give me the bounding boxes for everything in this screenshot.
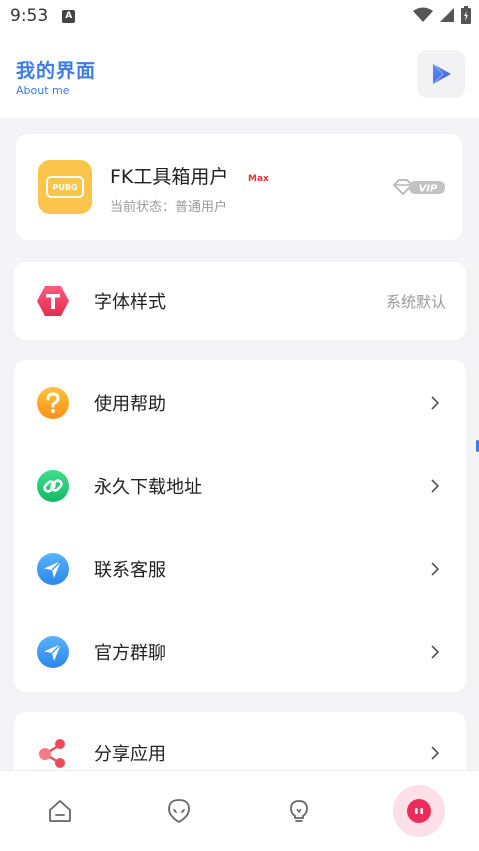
menu-item-label: 分享应用 — [94, 744, 166, 765]
font-style-card[interactable]: 字体样式 系统默认 — [14, 262, 466, 340]
share-icon — [36, 736, 70, 770]
chevron-right-icon — [428, 477, 442, 495]
wifi-icon — [413, 7, 433, 22]
vip-diamond-icon: VIP — [392, 179, 445, 196]
vip-label: VIP — [419, 184, 438, 195]
max-badge: Max — [248, 174, 269, 184]
play-button[interactable] — [417, 50, 465, 98]
menu-card: 使用帮助 永久下载地址 联系客服 官方群聊 — [14, 360, 466, 692]
user-status: 当前状态：普通用户 — [110, 200, 228, 215]
menu-item-label: 官方群聊 — [94, 643, 166, 664]
page-header: 我的界面 About me — [0, 32, 479, 118]
page-subtitle: About me — [16, 84, 70, 97]
nav-ideas[interactable] — [273, 785, 325, 837]
help-icon — [36, 386, 70, 420]
font-style-label: 字体样式 — [94, 292, 166, 313]
nav-profile[interactable] — [393, 785, 445, 837]
font-style-row[interactable]: 字体样式 系统默认 — [14, 262, 466, 340]
menu-item-label: 联系客服 — [94, 560, 166, 581]
alien-icon — [168, 799, 190, 824]
profile-icon — [407, 799, 431, 823]
chevron-right-icon — [428, 744, 442, 762]
chevron-right-icon — [428, 560, 442, 578]
user-name: FK工具箱用户 — [110, 166, 229, 188]
user-card[interactable]: PUBG FK工具箱用户 Max 当前状态：普通用户 VIP — [16, 134, 462, 240]
vip-badge: VIP — [392, 178, 446, 200]
font-style-value: 系统默认 — [385, 292, 446, 311]
send-icon — [36, 552, 70, 586]
signal-icon — [440, 8, 454, 22]
nav-home[interactable] — [34, 785, 86, 837]
menu-item-label: 使用帮助 — [94, 394, 166, 415]
battery-icon — [461, 6, 471, 24]
status-indicators — [413, 6, 471, 24]
status-bar: 9:53 A — [0, 0, 479, 32]
page-title: 我的界面 — [16, 60, 97, 82]
bottom-nav — [0, 770, 479, 851]
chevron-right-icon — [428, 394, 442, 412]
link-icon — [36, 469, 70, 503]
menu-item-group-chat[interactable]: 官方群聊 — [14, 613, 466, 691]
home-icon — [49, 800, 71, 822]
status-time: 9:53 — [10, 6, 49, 26]
nav-discover[interactable] — [153, 785, 205, 837]
menu-item-support[interactable]: 联系客服 — [14, 530, 466, 608]
bulb-icon — [290, 800, 308, 822]
app-icon: PUBG — [38, 160, 92, 214]
chevron-right-icon — [428, 643, 442, 661]
app-icon-text: PUBG — [52, 182, 78, 192]
send-icon — [36, 635, 70, 669]
font-t-icon — [36, 284, 70, 318]
menu-item-label: 永久下载地址 — [94, 477, 202, 498]
play-icon — [432, 63, 451, 85]
notification-icon: A — [62, 9, 76, 23]
menu-item-download[interactable]: 永久下载地址 — [14, 447, 466, 525]
menu-item-help[interactable]: 使用帮助 — [14, 364, 466, 442]
app-icon-frame: PUBG — [46, 176, 84, 198]
